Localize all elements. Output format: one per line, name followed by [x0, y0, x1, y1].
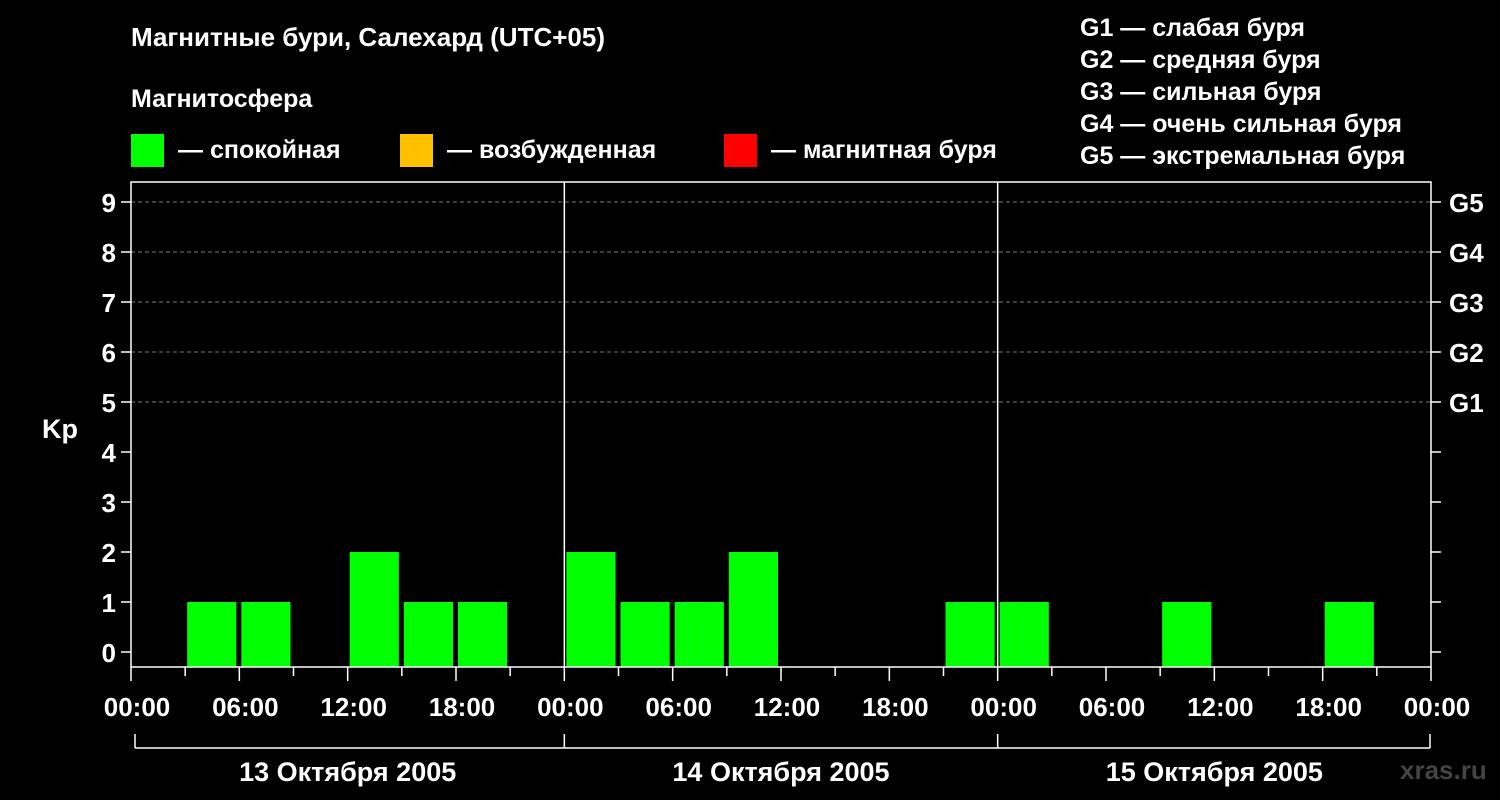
kp-bar — [566, 552, 616, 667]
kp-bar — [1324, 602, 1374, 667]
g-level-label: G2 — [1449, 338, 1484, 368]
y-tick-label: 6 — [102, 338, 116, 368]
g-level-label: G5 — [1449, 188, 1484, 218]
y-axis-label: Kp — [42, 414, 78, 444]
y-tick-label: 0 — [102, 638, 116, 668]
g-level-label: G4 — [1449, 238, 1484, 268]
x-tick-label: 06:00 — [212, 692, 279, 722]
x-tick-label: 18:00 — [862, 692, 929, 722]
y-tick-label: 9 — [102, 188, 116, 218]
x-tick-label: 00:00 — [970, 692, 1037, 722]
kp-bar — [1162, 602, 1212, 667]
kp-bar — [945, 602, 995, 667]
kp-bar — [999, 602, 1049, 667]
kp-bar — [674, 602, 724, 667]
x-tick-label: 18:00 — [1295, 692, 1362, 722]
x-tick-label: 18:00 — [429, 692, 496, 722]
day-label: 13 Октября 2005 — [239, 757, 456, 787]
x-tick-label: 00:00 — [1404, 692, 1471, 722]
x-tick-label: 12:00 — [320, 692, 387, 722]
kp-bar — [241, 602, 291, 667]
plot-frame — [130, 181, 1432, 668]
day-label: 14 Октября 2005 — [672, 757, 889, 787]
kp-bar — [403, 602, 453, 667]
y-tick-label: 4 — [102, 438, 117, 468]
watermark: xras.ru — [1400, 755, 1487, 785]
y-tick-label: 3 — [102, 488, 116, 518]
kp-bar — [728, 552, 778, 667]
y-tick-label: 1 — [102, 588, 116, 618]
y-tick-label: 7 — [102, 288, 116, 318]
y-tick-label: 2 — [102, 538, 116, 568]
x-tick-label: 00:00 — [537, 692, 604, 722]
kp-chart: 0 1 2 3 4 5 6 7 8 9 G1 G2 G3 G4 G5 Kp 00:00 06:00 12:00 18:… — [42, 181, 1484, 787]
kp-bar — [458, 602, 508, 667]
x-tick-label: 12:00 — [754, 692, 821, 722]
day-label: 15 Октября 2005 — [1106, 757, 1323, 787]
g-level-label: G3 — [1449, 288, 1484, 318]
kp-bar — [620, 602, 670, 667]
kp-bar — [187, 602, 237, 667]
x-tick-label: 06:00 — [645, 692, 712, 722]
y-tick-label: 5 — [102, 388, 116, 418]
y-tick-label: 8 — [102, 238, 116, 268]
g-level-label: G1 — [1449, 388, 1484, 418]
kp-bar — [349, 552, 399, 667]
x-tick-label: 12:00 — [1187, 692, 1254, 722]
x-tick-label: 06:00 — [1079, 692, 1146, 722]
x-tick-label: 00:00 — [104, 692, 171, 722]
